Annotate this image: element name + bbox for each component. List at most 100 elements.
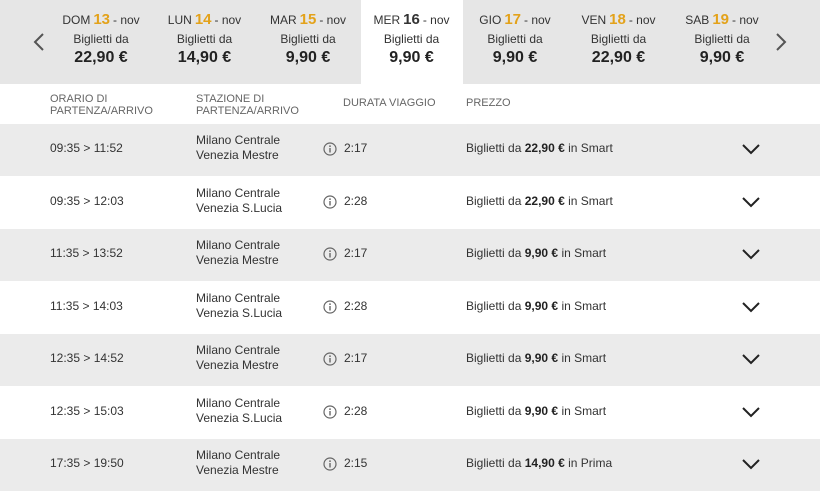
day-of-week: LUN	[167, 13, 192, 27]
stations: Milano Centrale Venezia Mestre	[196, 238, 280, 268]
price-prefix: Biglietti da	[466, 246, 522, 260]
tickets-from-label: Biglietti da	[176, 32, 233, 46]
info-icon[interactable]	[323, 299, 337, 314]
chevron-down-icon[interactable]	[741, 457, 761, 471]
arrival-station: Venezia Mestre	[196, 148, 279, 162]
date-tab-heading: DOM 13- nov	[50, 11, 152, 28]
departure-station: Milano Centrale	[196, 290, 281, 305]
price-info: Biglietti da 22,90 € in Smart	[466, 194, 613, 208]
trip-duration: 2:28	[344, 193, 368, 208]
month-label: - nov	[628, 13, 656, 27]
result-row[interactable]: 12:35 > 15:03 Milano Centrale Venezia S.Lu…	[0, 385, 820, 438]
date-tab[interactable]: LUN 14- nov Biglietti da 14,90 €	[153, 0, 256, 84]
column-header-time-line2: PARTENZA/ARRIVO	[50, 105, 153, 117]
arrival-station: Venezia S.Lucia	[196, 410, 283, 425]
date-tab[interactable]: MAR 15- nov Biglietti da 9,90 €	[257, 0, 359, 84]
date-tab-heading: SAB 19- nov	[671, 11, 773, 28]
day-of-week: MAR	[269, 13, 297, 27]
next-week-button[interactable]	[766, 0, 796, 84]
trip-duration: 2:28	[344, 298, 368, 313]
column-header-station-line1: STAZIONE DI	[196, 93, 265, 105]
stations: Milano Centrale Venezia S.Lucia	[196, 291, 282, 321]
price-class: in Smart	[568, 141, 613, 155]
tickets-from-label: Biglietti da	[590, 32, 647, 46]
departure-station: Milano Centrale	[196, 343, 281, 357]
price-value: 22,90 €	[524, 193, 565, 208]
price-class: in Smart	[561, 403, 607, 418]
price-info: Biglietti da 14,90 € in Prima	[466, 456, 612, 470]
price-class: in Smart	[561, 246, 607, 260]
info-icon[interactable]	[323, 404, 337, 419]
column-header-station-line2: PARTENZA/ARRIVO	[196, 105, 299, 117]
arrival-station: Venezia S.Lucia	[196, 305, 283, 320]
result-row[interactable]: 09:35 > 12:03 Milano Centrale Venezia S.Lu…	[0, 175, 820, 228]
tickets-from-label: Biglietti da	[694, 32, 750, 46]
result-row[interactable]: 12:35 > 14:52 Milano Centrale Venezia Mest…	[0, 333, 820, 386]
price-prefix: Biglietti da	[466, 456, 522, 470]
price-info: Biglietti da 9,90 € in Smart	[466, 246, 606, 260]
month-label: - nov	[524, 13, 551, 27]
day-of-week: DOM	[62, 13, 91, 27]
day-price: 22,90 €	[591, 49, 646, 66]
trip-duration: 2:15	[344, 456, 368, 470]
info-icon[interactable]	[323, 142, 337, 156]
date-tab[interactable]: MER 16- nov Biglietti da 9,90 €	[360, 0, 463, 84]
chevron-down-icon[interactable]	[741, 195, 761, 209]
column-header-station: STAZIONE DI PARTENZA/ARRIVO	[196, 93, 306, 117]
result-row[interactable]: 09:35 > 11:52 Milano Centrale Venezia Mest…	[0, 123, 820, 176]
day-of-week: VEN	[581, 13, 607, 27]
column-header-duration: DURATA VIAGGIO	[343, 97, 436, 109]
date-tab-heading: LUN 14- nov	[154, 11, 256, 28]
price-prefix: Biglietti da	[466, 141, 522, 155]
column-header-time-line1: ORARIO DI	[50, 93, 108, 105]
date-tab[interactable]: DOM 13- nov Biglietti da 22,90 €	[50, 0, 152, 84]
chevron-down-icon[interactable]	[741, 405, 761, 419]
chevron-right-icon	[776, 33, 787, 51]
day-of-week: MER	[373, 13, 401, 27]
stations: Milano Centrale Venezia S.Lucia	[196, 396, 282, 426]
results-header: ORARIO DI PARTENZA/ARRIVO STAZIONE DI PA…	[0, 84, 820, 123]
month-label: - nov	[214, 13, 242, 27]
day-price: 9,90 €	[699, 49, 745, 66]
price-info: Biglietti da 9,90 € in Smart	[466, 404, 606, 418]
date-tab-heading: MER 16- nov	[361, 11, 463, 28]
date-tab-heading: VEN 18- nov	[568, 11, 670, 28]
price-class: in Prima	[568, 456, 613, 470]
day-number: 16	[403, 11, 420, 28]
price-value: 14,90 €	[524, 456, 565, 470]
price-prefix: Biglietti da	[466, 298, 522, 313]
info-icon[interactable]	[323, 352, 337, 366]
chevron-down-icon[interactable]	[741, 142, 761, 156]
info-icon[interactable]	[323, 247, 337, 261]
trip-duration: 2:17	[344, 246, 368, 260]
result-row[interactable]: 17:35 > 19:50 Milano Centrale Venezia Mest…	[0, 438, 820, 491]
date-tab[interactable]: VEN 18- nov Biglietti da 22,90 €	[567, 0, 670, 84]
arrival-station: Venezia Mestre	[196, 253, 279, 267]
price-info: Biglietti da 22,90 € in Smart	[466, 141, 613, 155]
trip-duration: 2:28	[344, 403, 368, 418]
day-number: 17	[504, 11, 521, 28]
chevron-left-icon	[33, 33, 44, 51]
departure-station: Milano Centrale	[196, 185, 281, 200]
chevron-down-icon[interactable]	[741, 247, 761, 261]
result-row[interactable]: 11:35 > 14:03 Milano Centrale Venezia S.Lu…	[0, 280, 820, 333]
day-of-week: SAB	[685, 13, 710, 27]
day-number: 15	[299, 11, 317, 28]
date-tab[interactable]: SAB 19- nov Biglietti da 9,90 €	[671, 0, 773, 84]
arrival-station: Venezia Mestre	[196, 463, 279, 477]
results-list: 09:35 > 11:52 Milano Centrale Venezia Mest…	[0, 123, 820, 491]
info-icon[interactable]	[323, 457, 337, 471]
month-label: - nov	[422, 13, 450, 27]
day-number: 18	[609, 11, 626, 28]
result-row[interactable]: 11:35 > 13:52 Milano Centrale Venezia Mest…	[0, 228, 820, 281]
chevron-down-icon[interactable]	[741, 300, 761, 314]
date-tabs: DOM 13- nov Biglietti da 22,90 € LUN 14- nov B…	[50, 0, 775, 84]
date-selector-bar: DOM 13- nov Biglietti da 22,90 € LUN 14- nov B…	[0, 0, 820, 84]
column-header-price: PREZZO	[466, 97, 511, 109]
date-tab[interactable]: GIO 17- nov Biglietti da 9,90 €	[464, 0, 566, 84]
departure-station: Milano Centrale	[196, 238, 281, 252]
price-class: in Smart	[568, 193, 613, 208]
info-icon[interactable]	[323, 194, 337, 209]
chevron-down-icon[interactable]	[741, 352, 761, 366]
month-label: - nov	[319, 13, 347, 27]
